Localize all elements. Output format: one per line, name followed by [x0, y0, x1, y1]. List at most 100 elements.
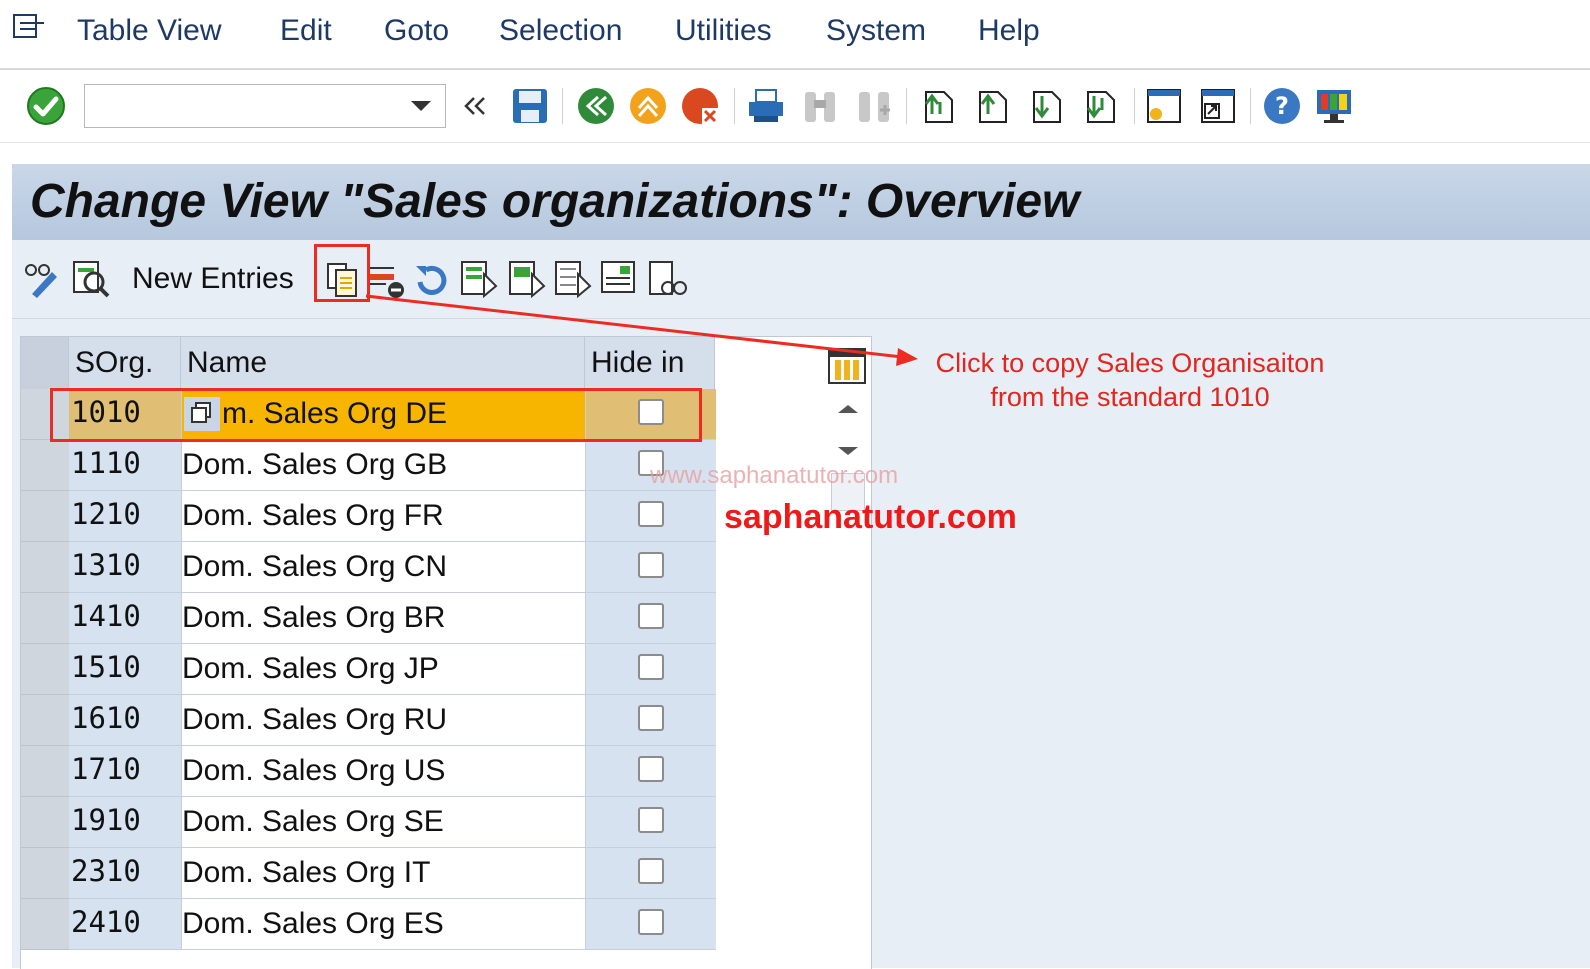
- create-session-icon[interactable]: [1144, 86, 1184, 126]
- next-page-icon[interactable]: [1026, 86, 1066, 126]
- table-row[interactable]: 1910 Dom. Sales Org SE: [21, 797, 716, 848]
- menu-edit[interactable]: Edit: [280, 14, 332, 48]
- customize-layout-icon[interactable]: [1314, 86, 1354, 126]
- menu-icon[interactable]: [12, 12, 46, 42]
- exit-icon[interactable]: [628, 86, 668, 126]
- table-row[interactable]: 1110 Dom. Sales Org GB: [21, 440, 716, 491]
- last-page-icon[interactable]: [1080, 86, 1120, 126]
- menu-selection[interactable]: Selection: [499, 14, 622, 48]
- cancel-icon[interactable]: [680, 86, 720, 126]
- system-toolbar: ?: [0, 70, 1590, 143]
- collapse-icon[interactable]: [460, 86, 490, 126]
- delete-icon[interactable]: [366, 258, 408, 300]
- name-cell[interactable]: Dom. Sales Org RU: [181, 695, 586, 746]
- table-row[interactable]: 1310 Dom. Sales Org CN: [21, 542, 716, 593]
- print-icon[interactable]: [746, 86, 786, 126]
- name-cell[interactable]: Dom. Sales Org CN: [181, 542, 586, 593]
- table-row[interactable]: 1510 Dom. Sales Org JP: [21, 644, 716, 695]
- new-entries-button[interactable]: New Entries: [132, 262, 294, 296]
- print-preview-icon[interactable]: [646, 258, 688, 300]
- menu-table-view[interactable]: Table View: [77, 14, 222, 48]
- column-config-icon[interactable]: [827, 347, 867, 385]
- hide-in-checkbox[interactable]: [638, 858, 664, 884]
- undo-change-icon[interactable]: [410, 258, 452, 300]
- select-block-icon[interactable]: [506, 258, 548, 300]
- command-field[interactable]: [84, 84, 446, 128]
- select-all-column[interactable]: [21, 337, 69, 389]
- row-selector[interactable]: [21, 746, 69, 797]
- name-cell[interactable]: Dom. Sales Org GB: [181, 440, 586, 491]
- column-header-hide-in[interactable]: Hide in: [585, 337, 715, 389]
- menu-help[interactable]: Help: [978, 14, 1040, 48]
- column-header-name[interactable]: Name: [181, 337, 585, 389]
- menu-utilities[interactable]: Utilities: [675, 14, 772, 48]
- display-change-icon[interactable]: [22, 258, 64, 300]
- row-selector[interactable]: [21, 797, 69, 848]
- find-icon[interactable]: [800, 86, 840, 126]
- table-row[interactable]: 2310 Dom. Sales Org IT: [21, 848, 716, 899]
- row-selector[interactable]: [21, 644, 69, 695]
- table-row[interactable]: 1710 Dom. Sales Org US: [21, 746, 716, 797]
- name-cell[interactable]: Dom. Sales Org SE: [181, 797, 586, 848]
- table-row[interactable]: 1410 Dom. Sales Org BR: [21, 593, 716, 644]
- sorg-cell[interactable]: 2310: [69, 848, 181, 899]
- name-cell[interactable]: Dom. Sales Org BR: [181, 593, 586, 644]
- table-row[interactable]: 1610 Dom. Sales Org RU: [21, 695, 716, 746]
- sorg-cell[interactable]: 2410: [69, 899, 181, 950]
- hide-in-checkbox[interactable]: [638, 909, 664, 935]
- hide-in-checkbox[interactable]: [638, 552, 664, 578]
- name-cell[interactable]: Dom. Sales Org FR: [181, 491, 586, 542]
- sorg-cell[interactable]: 1610: [69, 695, 181, 746]
- save-icon[interactable]: [510, 86, 550, 126]
- hide-in-checkbox[interactable]: [638, 807, 664, 833]
- name-cell[interactable]: Dom. Sales Org ES: [181, 899, 586, 950]
- name-cell[interactable]: Dom. Sales Org IT: [181, 848, 586, 899]
- row-selector[interactable]: [21, 491, 69, 542]
- sorg-cell[interactable]: 1910: [69, 797, 181, 848]
- chevron-down-icon[interactable]: [411, 101, 431, 111]
- scroll-up-button[interactable]: [831, 393, 865, 427]
- name-value: Dom. Sales Org CN: [182, 550, 448, 583]
- toolbar-separator: [562, 88, 563, 124]
- toolbar-separator: [1250, 88, 1251, 124]
- sorg-cell[interactable]: 1210: [69, 491, 181, 542]
- row-selector[interactable]: [21, 848, 69, 899]
- sorg-cell[interactable]: 1310: [69, 542, 181, 593]
- row-selector[interactable]: [21, 440, 69, 491]
- find-next-icon[interactable]: [854, 86, 894, 126]
- menu-goto[interactable]: Goto: [384, 14, 449, 48]
- sorg-cell[interactable]: 1710: [69, 746, 181, 797]
- sorg-cell[interactable]: 1110: [69, 440, 181, 491]
- row-selector[interactable]: [21, 899, 69, 950]
- enter-icon[interactable]: [26, 86, 66, 126]
- hide-in-checkbox[interactable]: [638, 756, 664, 782]
- name-cell[interactable]: Dom. Sales Org US: [181, 746, 586, 797]
- deselect-all-icon[interactable]: [552, 258, 594, 300]
- table-row[interactable]: 1210 Dom. Sales Org FR: [21, 491, 716, 542]
- select-all-icon[interactable]: [458, 258, 500, 300]
- hide-in-checkbox[interactable]: [638, 705, 664, 731]
- hide-in-checkbox[interactable]: [638, 603, 664, 629]
- sorg-cell[interactable]: 1410: [69, 593, 181, 644]
- hide-in-cell: [585, 848, 716, 899]
- row-selector[interactable]: [21, 695, 69, 746]
- select-search-icon[interactable]: [70, 258, 112, 300]
- first-page-icon[interactable]: [918, 86, 958, 126]
- column-header-sorg[interactable]: SOrg.: [69, 337, 181, 389]
- help-icon[interactable]: ?: [1262, 86, 1302, 126]
- table-scrollbar[interactable]: [827, 337, 869, 969]
- hide-in-checkbox[interactable]: [638, 654, 664, 680]
- row-selector[interactable]: [21, 542, 69, 593]
- table-row[interactable]: 2410 Dom. Sales Org ES: [21, 899, 716, 950]
- row-selector[interactable]: [21, 593, 69, 644]
- hide-in-cell: [585, 746, 716, 797]
- command-input[interactable]: [91, 85, 395, 127]
- hide-in-checkbox[interactable]: [638, 501, 664, 527]
- previous-page-icon[interactable]: [972, 86, 1012, 126]
- menu-system[interactable]: System: [826, 14, 926, 48]
- back-icon[interactable]: [576, 86, 616, 126]
- name-cell[interactable]: Dom. Sales Org JP: [181, 644, 586, 695]
- shortcut-icon[interactable]: [1198, 86, 1238, 126]
- details-icon[interactable]: [598, 258, 640, 300]
- sorg-cell[interactable]: 1510: [69, 644, 181, 695]
